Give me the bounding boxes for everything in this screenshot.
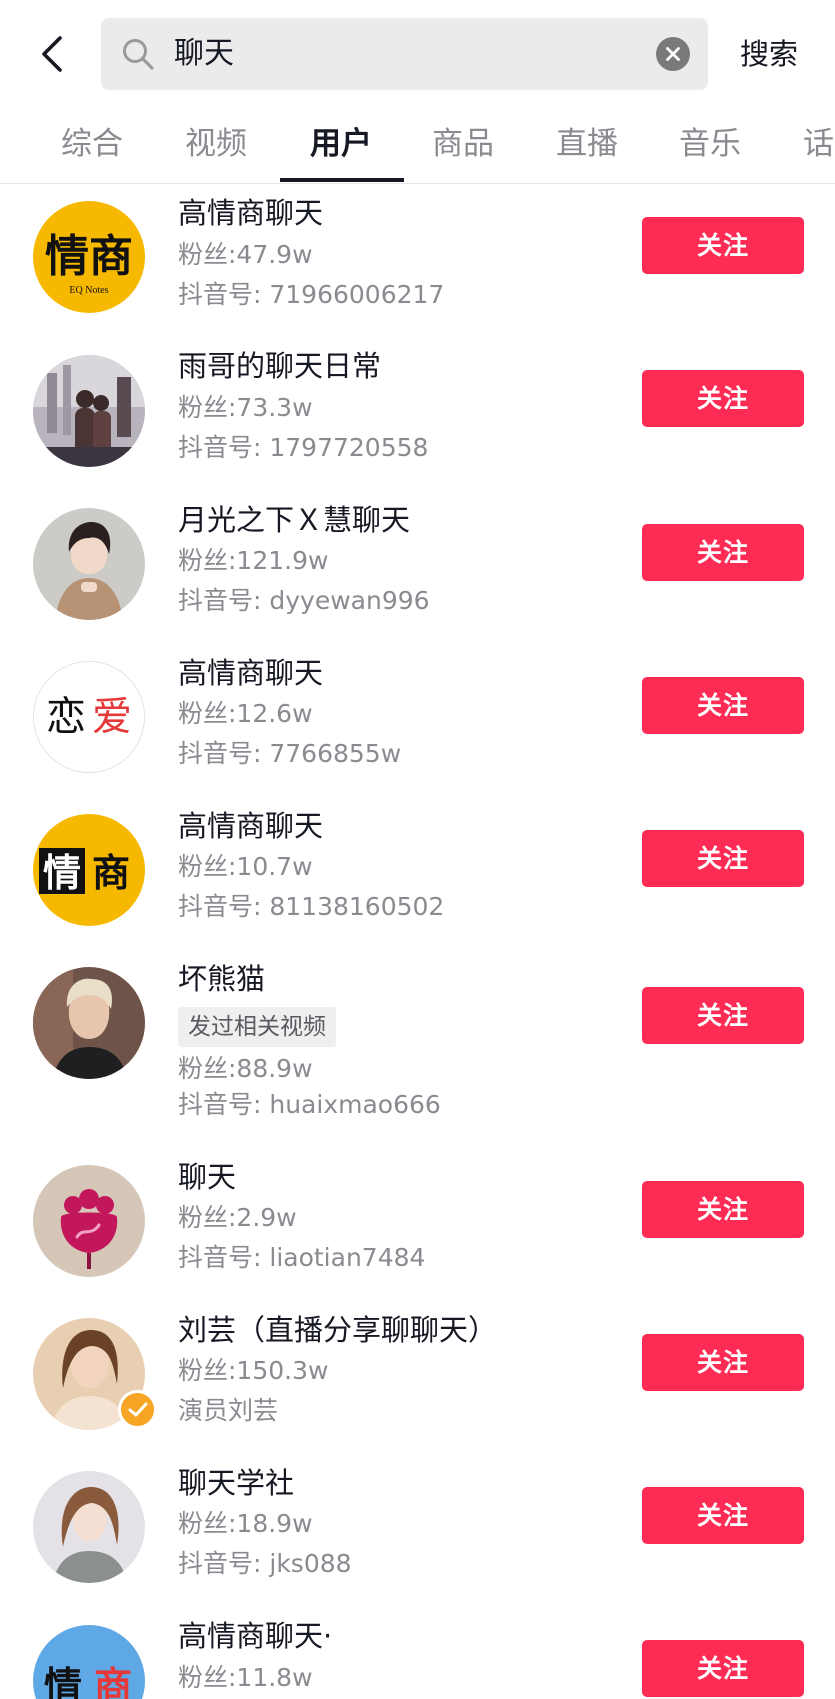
user-name[interactable]: 高情商聊天 [178, 806, 323, 846]
fans-count: 粉丝:18.9w [178, 1509, 313, 1538]
tab-all[interactable]: 综合 [61, 122, 123, 166]
search-input[interactable]: 聊天 [101, 18, 708, 90]
avatar[interactable] [33, 1165, 145, 1277]
back-arrow-icon [42, 36, 62, 72]
follow-button[interactable]: 关注 [642, 524, 804, 581]
clear-button[interactable] [656, 37, 690, 71]
avatar[interactable] [33, 355, 145, 467]
follow-button[interactable]: 关注 [642, 217, 804, 274]
search-button[interactable]: 搜索 [740, 30, 798, 78]
check-icon [128, 1402, 147, 1416]
douyin-id: 抖音号: 71966006217 [178, 280, 445, 309]
active-tab-indicator [280, 178, 404, 182]
tab-music[interactable]: 音乐 [679, 122, 741, 166]
follow-button[interactable]: 关注 [642, 677, 804, 734]
search-query: 聊天 [174, 36, 234, 71]
follow-button[interactable]: 关注 [642, 1640, 804, 1697]
fans-count: 粉丝:10.7w [178, 852, 313, 881]
search-header: 聊天 搜索 [0, 0, 835, 108]
fans-count: 粉丝:88.9w [178, 1054, 313, 1083]
user-name[interactable]: 高情商聊天· [178, 1616, 332, 1656]
avatar-logo-subtext: EQ Notes [69, 285, 108, 296]
douyin-id: 抖音号: 1797720558 [178, 433, 429, 462]
avatar[interactable] [33, 508, 145, 620]
fans-count: 粉丝:47.9w [178, 240, 313, 269]
douyin-id: 抖音号: 81138160502 [178, 892, 445, 921]
avatar[interactable]: 情 商 [33, 1625, 145, 1699]
follow-button[interactable]: 关注 [642, 1334, 804, 1391]
avatar-logo-text: 商 [94, 1666, 132, 1699]
douyin-id: 抖音号: dyyewan996 [178, 586, 430, 615]
related-video-tag: 发过相关视频 [178, 1007, 336, 1047]
avatar[interactable] [33, 967, 145, 1079]
user-name[interactable]: 聊天学社 [178, 1463, 294, 1503]
user-name[interactable]: 坏熊猫 [178, 959, 265, 999]
tab-live[interactable]: 直播 [556, 122, 618, 166]
user-name[interactable]: 月光之下Ｘ慧聊天 [178, 500, 410, 540]
avatar[interactable]: 情 商 [33, 814, 145, 926]
fans-count: 粉丝:121.9w [178, 546, 329, 575]
follow-button[interactable]: 关注 [642, 987, 804, 1044]
fans-count: 粉丝:150.3w [178, 1356, 329, 1385]
avatar-logo-text: 恋 [46, 694, 86, 739]
follow-button[interactable]: 关注 [642, 370, 804, 427]
verified-badge [118, 1390, 157, 1429]
user-name[interactable]: 高情商聊天 [178, 653, 323, 693]
user-name[interactable]: 雨哥的聊天日常 [178, 346, 381, 386]
avatar-logo-text: 情商 [45, 232, 133, 281]
avatar-logo-text: 商 [92, 853, 130, 895]
tab-users[interactable]: 用户 [310, 122, 372, 166]
follow-button[interactable]: 关注 [642, 830, 804, 887]
douyin-id: 抖音号: huaixmao666 [178, 1090, 441, 1119]
follow-button[interactable]: 关注 [642, 1487, 804, 1544]
user-name[interactable]: 刘芸（直播分享聊聊天） [178, 1310, 497, 1350]
avatar[interactable]: 情商 EQ Notes [33, 201, 145, 313]
fans-count: 粉丝:73.3w [178, 393, 313, 422]
result-tabs: 综合 视频 用户 商品 直播 音乐 话 [0, 108, 835, 184]
verification-note: 演员刘芸 [178, 1396, 279, 1425]
tab-videos[interactable]: 视频 [185, 122, 247, 166]
avatar-logo-text: 爱 [92, 694, 132, 739]
search-icon [123, 39, 154, 70]
close-icon [666, 47, 680, 61]
fans-count: 粉丝:11.8w [178, 1663, 313, 1692]
avatar[interactable] [33, 1471, 145, 1583]
tab-topics[interactable]: 话 [803, 122, 834, 166]
user-name[interactable]: 高情商聊天 [178, 193, 323, 233]
fans-count: 粉丝:2.9w [178, 1203, 297, 1232]
back-button[interactable] [30, 28, 74, 80]
douyin-id: 抖音号: 7766855w [178, 739, 402, 768]
user-name[interactable]: 聊天 [178, 1157, 236, 1197]
follow-button[interactable]: 关注 [642, 1181, 804, 1238]
tab-products[interactable]: 商品 [432, 122, 494, 166]
avatar[interactable]: 恋 爱 [33, 661, 145, 773]
avatar-logo-text: 情 [43, 853, 81, 895]
douyin-id: 抖音号: jks088 [178, 1549, 352, 1578]
douyin-id: 抖音号: liaotian7484 [178, 1243, 426, 1272]
avatar-logo-text: 情 [44, 1666, 82, 1699]
fans-count: 粉丝:12.6w [178, 699, 313, 728]
